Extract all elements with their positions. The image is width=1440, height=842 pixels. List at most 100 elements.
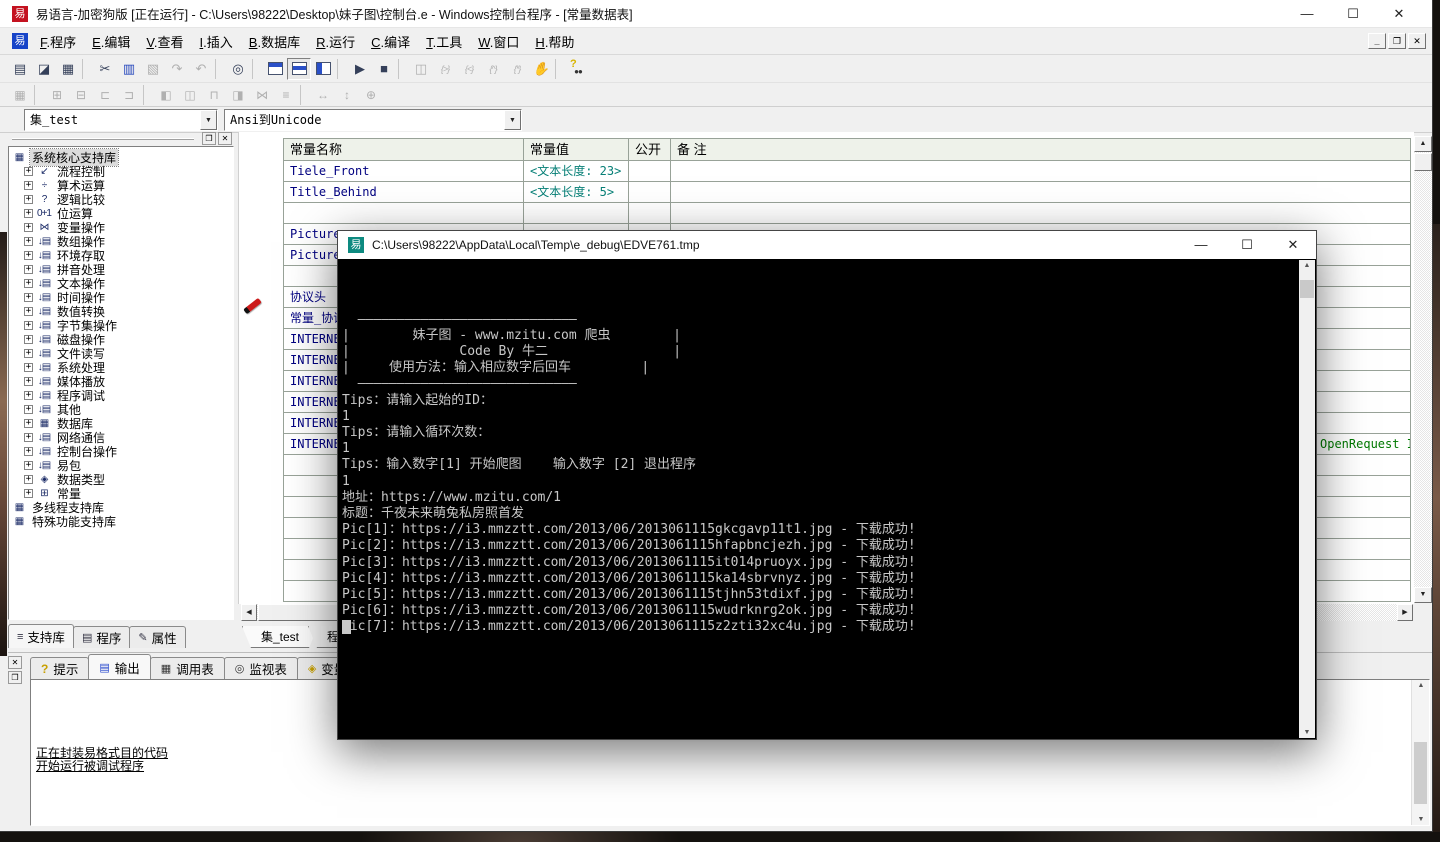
bottom-panel-tab[interactable]: ▦调用表 — [150, 657, 225, 679]
same-width-icon[interactable]: ⋈ — [250, 85, 274, 104]
fit-both-icon[interactable]: ⊕ — [359, 85, 383, 104]
find-next-icon[interactable]: ●● — [566, 58, 590, 80]
cell-constant-value[interactable]: <文本长度: 23> — [524, 161, 629, 182]
cell-constant-name[interactable] — [284, 203, 524, 224]
panel-close-button[interactable]: ✕ — [218, 132, 232, 145]
expand-icon[interactable]: + — [24, 307, 33, 316]
align-top-icon[interactable]: ⊓ — [202, 85, 226, 104]
debug-display-icon[interactable]: ◫ — [409, 58, 433, 80]
console-output[interactable]: ————————————————————————————| 妹子图 - www.… — [338, 259, 1316, 739]
expand-icon[interactable]: + — [24, 321, 33, 330]
cell-constant-value[interactable]: <文本长度: 5> — [524, 182, 629, 203]
chevron-down-icon[interactable]: ▼ — [504, 110, 521, 130]
menu-item[interactable]: W.窗口 — [478, 32, 519, 51]
expand-icon[interactable]: + — [24, 391, 33, 400]
scroll-thumb[interactable] — [258, 604, 338, 621]
find-icon[interactable]: ◎ — [226, 58, 250, 80]
scroll-up-icon[interactable] — [1414, 136, 1432, 152]
console-close-button[interactable]: ✕ — [1270, 231, 1316, 259]
menu-item[interactable]: V.查看 — [146, 32, 183, 51]
menu-item[interactable]: R.运行 — [316, 32, 355, 51]
separator[interactable] — [215, 59, 224, 79]
separator[interactable] — [300, 85, 309, 105]
undo-icon[interactable]: ↶ — [189, 58, 213, 80]
scroll-down-icon[interactable] — [1412, 816, 1430, 823]
menu-item[interactable]: E.编辑 — [92, 32, 130, 51]
run-icon[interactable]: ▶ — [348, 58, 372, 80]
fit-width-icon[interactable]: ↔ — [311, 85, 335, 104]
document-tab[interactable]: 集_test — [242, 626, 318, 648]
separator[interactable] — [398, 59, 407, 79]
menu-item[interactable]: B.数据库 — [249, 32, 300, 51]
separator[interactable] — [82, 59, 91, 79]
table-row[interactable]: Title_Behind <文本长度: 5> — [284, 182, 1411, 203]
left-panel-tab[interactable]: ≡支持库 — [8, 624, 74, 648]
expand-icon[interactable]: + — [24, 447, 33, 456]
mdi-minimize-button[interactable]: _ — [1368, 33, 1386, 49]
cell-constant-name[interactable]: Title_Behind — [284, 182, 524, 203]
align-bottom-icon[interactable]: ◨ — [226, 85, 250, 104]
separator[interactable] — [34, 85, 43, 105]
scroll-thumb[interactable] — [1300, 280, 1314, 298]
save-icon[interactable]: ▦ — [56, 58, 80, 80]
stop-icon[interactable]: ■ — [372, 58, 396, 80]
column-header-value[interactable]: 常量值 — [524, 139, 629, 161]
window-layout-top-icon[interactable] — [263, 58, 287, 80]
menu-item[interactable]: F.程序 — [40, 32, 76, 51]
align-center-icon[interactable]: ◫ — [178, 85, 202, 104]
column-header-name[interactable]: 常量名称 — [284, 139, 524, 161]
console-maximize-button[interactable]: ☐ — [1224, 231, 1270, 259]
tree-item[interactable]: ▦ 特殊功能支持库 — [12, 514, 233, 528]
left-panel-tab[interactable]: ✎属性 — [129, 626, 185, 648]
bottom-panel-tab[interactable]: ◎监视表 — [224, 657, 298, 679]
expand-icon[interactable]: + — [24, 461, 33, 470]
mdi-close-button[interactable]: ✕ — [1408, 33, 1426, 49]
cell-note[interactable] — [671, 203, 1411, 224]
run-to-cursor-icon[interactable]: {*} — [505, 58, 529, 80]
menu-item[interactable]: I.插入 — [200, 32, 233, 51]
expand-icon[interactable]: + — [24, 223, 33, 232]
expand-icon[interactable]: + — [24, 293, 33, 302]
cell-constant-name[interactable]: Tiele_Front — [284, 161, 524, 182]
mdi-restore-button[interactable]: ❐ — [1388, 33, 1406, 49]
fit-height-icon[interactable]: ↕ — [335, 85, 359, 104]
separator[interactable] — [555, 59, 564, 79]
expand-icon[interactable]: + — [24, 265, 33, 274]
bottom-panel-tab[interactable]: ?提示 — [30, 657, 89, 679]
table-row[interactable] — [284, 203, 1411, 224]
expand-icon[interactable]: + — [24, 209, 33, 218]
left-panel-tab[interactable]: ▤程序 — [73, 626, 130, 648]
expand-icon[interactable]: + — [24, 181, 33, 190]
cut-icon[interactable]: ✂ — [93, 58, 117, 80]
close-button[interactable]: ✕ — [1376, 1, 1422, 27]
column-header-note[interactable]: 备 注 — [671, 139, 1411, 161]
expand-icon[interactable]: + — [24, 433, 33, 442]
cell-public[interactable] — [629, 182, 671, 203]
table-row[interactable]: Tiele_Front <文本长度: 23> — [284, 161, 1411, 182]
console-title-bar[interactable]: 易 C:\Users\98222\AppData\Local\Temp\e_de… — [338, 231, 1316, 259]
add-top-unit-icon[interactable]: ⊏ — [93, 85, 117, 104]
add-left-unit-icon[interactable]: ⊞ — [45, 85, 69, 104]
paste-icon[interactable]: ▧ — [141, 58, 165, 80]
open-file-icon[interactable]: ◪ — [32, 58, 56, 80]
window-layout-band-icon[interactable] — [287, 58, 311, 80]
expand-icon[interactable]: + — [24, 251, 33, 260]
expand-icon[interactable]: + — [24, 475, 33, 484]
scroll-left-icon[interactable] — [241, 604, 257, 621]
maximize-button[interactable]: ☐ — [1330, 1, 1376, 27]
panel-grip[interactable]: ❒ ✕ — [8, 132, 234, 146]
workspace-combobox[interactable]: 集_test ▼ — [24, 109, 218, 131]
panel-float-button[interactable]: ❒ — [202, 132, 216, 145]
expand-icon[interactable]: + — [24, 377, 33, 386]
scroll-thumb[interactable] — [1414, 742, 1427, 804]
cell-public[interactable] — [629, 203, 671, 224]
menu-item[interactable]: H.帮助 — [535, 32, 574, 51]
add-bottom-unit-icon[interactable]: ⊐ — [117, 85, 141, 104]
menu-item[interactable]: T.工具 — [426, 32, 462, 51]
scroll-up-icon[interactable] — [1299, 262, 1315, 269]
panel-float-button[interactable]: ❒ — [8, 671, 22, 684]
window-layout-split-icon[interactable] — [311, 58, 335, 80]
window-grid-icon[interactable]: ▦ — [8, 85, 32, 104]
expand-icon[interactable]: + — [24, 349, 33, 358]
expand-icon[interactable]: + — [24, 195, 33, 204]
